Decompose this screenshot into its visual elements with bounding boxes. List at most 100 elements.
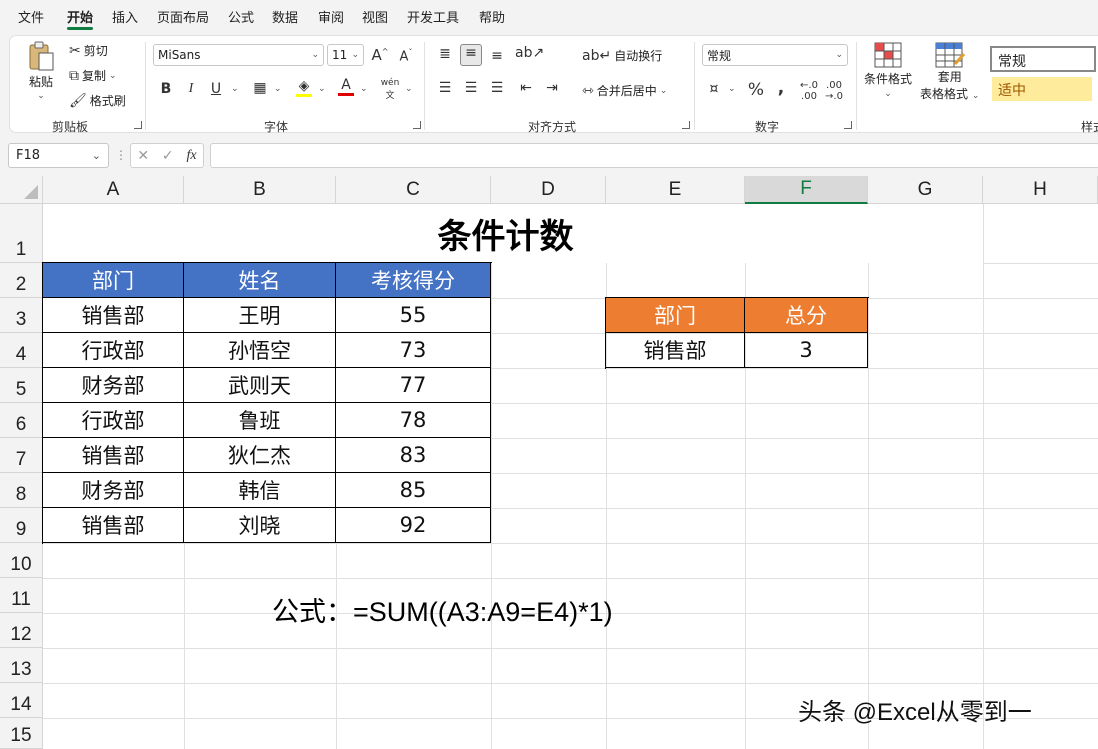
align-bottom-button[interactable]: ≡ — [487, 48, 507, 64]
row-header-8[interactable]: 8 — [0, 473, 43, 508]
menu-file[interactable]: 文件 — [18, 7, 44, 26]
align-right-button[interactable]: ☰ — [487, 80, 507, 96]
fill-color-button[interactable]: ◈ — [294, 78, 314, 97]
table-cell[interactable]: 财务部 — [43, 368, 184, 403]
font-dialog-launcher[interactable] — [413, 121, 421, 129]
phonetic-button[interactable]: wén 文 — [380, 78, 400, 101]
font-color-button[interactable]: A — [336, 77, 356, 96]
alignment-dialog-launcher[interactable] — [682, 121, 690, 129]
menu-page-layout[interactable]: 页面布局 — [157, 7, 209, 26]
cut-button[interactable]: ✂ 剪切 — [69, 42, 108, 59]
clipboard-dialog-launcher[interactable] — [134, 121, 142, 129]
row-header-6[interactable]: 6 — [0, 403, 43, 438]
row-header-11[interactable]: 11 — [0, 578, 43, 613]
table-cell[interactable]: 85 — [336, 473, 491, 508]
column-header-d[interactable]: D — [491, 176, 606, 204]
table-header-dept[interactable]: 部门 — [43, 263, 184, 298]
wrap-text-button[interactable]: ab↵ 自动换行 — [582, 47, 662, 64]
menu-data[interactable]: 数据 — [272, 7, 298, 26]
menu-insert[interactable]: 插入 — [112, 7, 138, 26]
copy-button[interactable]: ⧉ 复制 ⌄ — [69, 67, 117, 84]
row-header-13[interactable]: 13 — [0, 648, 43, 683]
row-header-3[interactable]: 3 — [0, 298, 43, 333]
row-header-1[interactable]: 1 — [0, 204, 43, 263]
style-normal[interactable]: 常规 — [990, 46, 1096, 72]
column-header-g[interactable]: G — [868, 176, 983, 204]
menu-review[interactable]: 审阅 — [318, 7, 344, 26]
table-cell[interactable]: 55 — [336, 298, 491, 333]
table-cell[interactable]: 孙悟空 — [184, 333, 336, 368]
column-header-e[interactable]: E — [606, 176, 745, 204]
row-header-4[interactable]: 4 — [0, 333, 43, 368]
table-cell[interactable]: 刘晓 — [184, 508, 336, 543]
percent-button[interactable]: % — [746, 80, 766, 100]
format-painter-button[interactable]: 🖌 格式刷 — [69, 92, 126, 109]
table-cell[interactable]: 王明 — [184, 298, 336, 333]
row-header-5[interactable]: 5 — [0, 368, 43, 403]
table-cell[interactable]: 财务部 — [43, 473, 184, 508]
table-cell[interactable]: 销售部 — [43, 298, 184, 333]
column-header-b[interactable]: B — [184, 176, 336, 204]
table-cell[interactable]: 83 — [336, 438, 491, 473]
table-cell[interactable]: 鲁班 — [184, 403, 336, 438]
summary-cell-dept[interactable]: 销售部 — [606, 333, 745, 368]
table-cell[interactable]: 行政部 — [43, 333, 184, 368]
italic-button[interactable]: I — [181, 81, 201, 97]
sheet-title[interactable]: 条件计数 — [43, 204, 968, 263]
align-left-button[interactable]: ☰ — [435, 80, 455, 96]
table-cell[interactable]: 韩信 — [184, 473, 336, 508]
menu-developer[interactable]: 开发工具 — [407, 7, 459, 26]
table-header-name[interactable]: 姓名 — [184, 263, 336, 298]
row-header-14[interactable]: 14 — [0, 683, 43, 718]
column-header-f[interactable]: F — [745, 176, 868, 204]
column-header-h[interactable]: H — [983, 176, 1098, 204]
row-header-10[interactable]: 10 — [0, 543, 43, 578]
underline-button[interactable]: U — [206, 81, 226, 97]
row-header-15[interactable]: 15 — [0, 718, 43, 749]
table-cell[interactable]: 77 — [336, 368, 491, 403]
decrease-indent-button[interactable]: ⇤ — [516, 80, 536, 96]
table-cell[interactable]: 78 — [336, 403, 491, 438]
row-header-12[interactable]: 12 — [0, 613, 43, 648]
summary-header-dept[interactable]: 部门 — [606, 298, 745, 333]
table-header-score[interactable]: 考核得分 — [336, 263, 491, 298]
name-box[interactable]: F18 ⌄ — [8, 143, 109, 168]
increase-indent-button[interactable]: ⇥ — [542, 80, 562, 96]
table-cell[interactable]: 武则天 — [184, 368, 336, 403]
increase-decimal-button[interactable]: ←.0.00 — [799, 80, 819, 102]
conditional-formatting-button[interactable]: 条件格式 ⌄ — [864, 42, 912, 99]
comma-style-button[interactable]: , — [771, 78, 791, 98]
bold-button[interactable]: B — [156, 81, 176, 97]
select-all-button[interactable] — [0, 176, 43, 204]
insert-function-icon[interactable]: fx — [186, 148, 196, 164]
orientation-button[interactable]: ab↗ — [515, 45, 544, 61]
number-dialog-launcher[interactable] — [844, 121, 852, 129]
table-cell[interactable]: 销售部 — [43, 508, 184, 543]
font-name-select[interactable]: MiSans ⌄ — [153, 44, 324, 66]
summary-cell-total[interactable]: 3 — [745, 333, 868, 368]
summary-header-total[interactable]: 总分 — [745, 298, 868, 333]
column-header-c[interactable]: C — [336, 176, 491, 204]
formula-input[interactable] — [210, 143, 1098, 168]
cancel-icon[interactable]: ✕ — [137, 148, 149, 164]
menu-help[interactable]: 帮助 — [479, 7, 505, 26]
table-cell[interactable]: 销售部 — [43, 438, 184, 473]
row-header-7[interactable]: 7 — [0, 438, 43, 473]
font-size-select[interactable]: 11 ⌄ — [327, 44, 364, 66]
number-format-select[interactable]: 常规 ⌄ — [702, 44, 848, 66]
paste-button[interactable]: 粘贴 ⌄ — [26, 40, 56, 101]
grow-font-button[interactable]: A^ — [370, 46, 390, 64]
shrink-font-button[interactable]: Aˇ — [396, 48, 416, 64]
format-as-table-button[interactable]: 套用 表格格式 ⌄ — [920, 42, 979, 102]
column-header-a[interactable]: A — [43, 176, 184, 204]
merge-center-button[interactable]: ⇿ 合并后居中 ⌄ — [582, 82, 667, 99]
row-header-9[interactable]: 9 — [0, 508, 43, 543]
menu-home[interactable]: 开始 — [67, 7, 93, 26]
table-cell[interactable]: 92 — [336, 508, 491, 543]
border-button[interactable]: ▦ — [250, 80, 270, 96]
enter-icon[interactable]: ✓ — [162, 148, 174, 164]
align-top-button[interactable]: ≣ — [435, 46, 455, 62]
menu-view[interactable]: 视图 — [362, 7, 388, 26]
accounting-format-button[interactable]: ¤ — [704, 81, 724, 97]
decrease-decimal-button[interactable]: .00 →.0 — [824, 80, 844, 102]
